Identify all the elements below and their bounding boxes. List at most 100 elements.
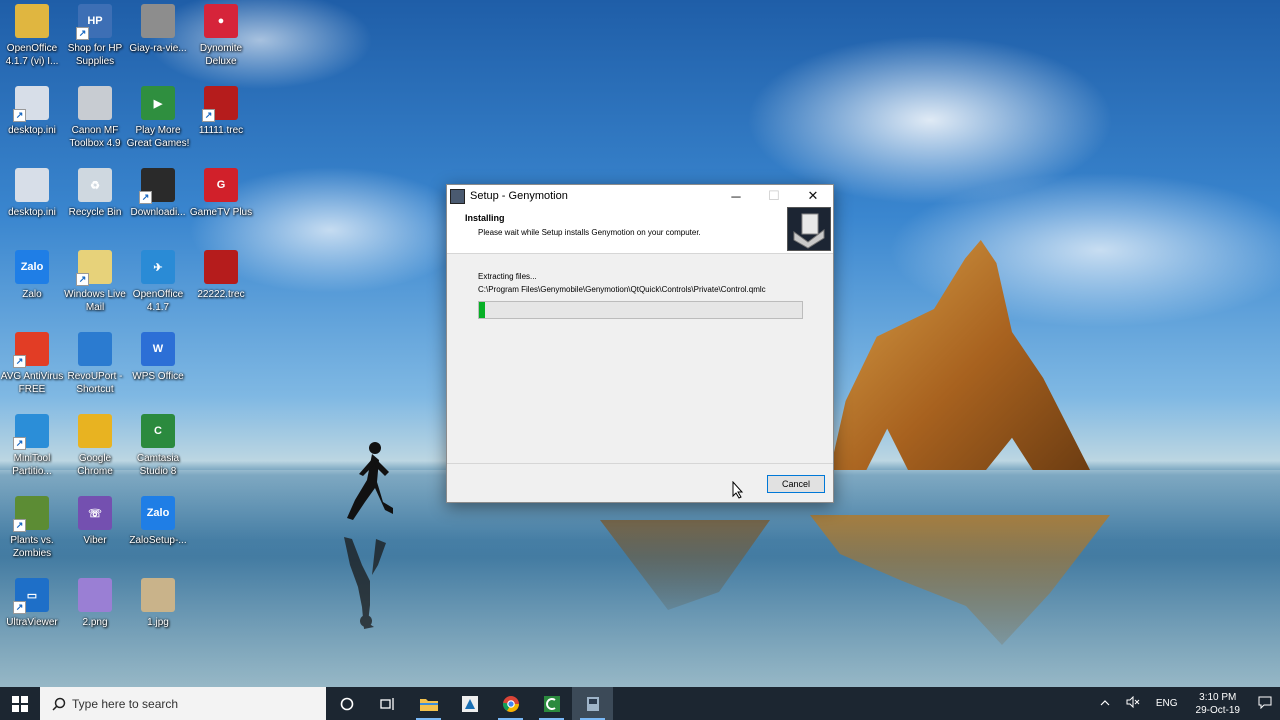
- language-indicator[interactable]: ENG: [1148, 698, 1186, 709]
- minimize-button[interactable]: ─: [717, 185, 755, 207]
- mouse-cursor-icon: [732, 481, 744, 499]
- current-file-path: C:\Program Files\Genymobile\Genymotion\Q…: [478, 285, 766, 294]
- desktop-icon[interactable]: 22222.trec: [189, 250, 253, 301]
- tray-overflow-chevron-icon[interactable]: [1092, 698, 1118, 709]
- desktop-icon[interactable]: MiniTool Partitio...: [0, 414, 64, 478]
- desktop-app-icon: [139, 168, 175, 204]
- desktop-app-icon: G: [204, 168, 238, 202]
- search-placeholder: Type here to search: [72, 696, 179, 711]
- desktop-icon[interactable]: Zalo Zalo: [0, 250, 64, 301]
- desktop-icon-label: desktop.ini: [8, 125, 56, 136]
- desktop-icon-label: Windows Live Mail: [64, 289, 126, 313]
- desktop-icon[interactable]: W WPS Office: [126, 332, 190, 383]
- desktop-app-icon: [76, 250, 112, 286]
- dialog-titlebar[interactable]: Setup - Genymotion ─ ☐ ✕: [447, 185, 833, 207]
- desktop-icon-label: 2.png: [82, 617, 108, 628]
- desktop-icon[interactable]: RevoUPort - Shortcut: [63, 332, 127, 396]
- taskbar-app-pinned[interactable]: [449, 687, 490, 720]
- cortana-button[interactable]: [326, 687, 367, 720]
- desktop-icon-label: 1.jpg: [147, 617, 169, 628]
- desktop-icon[interactable]: OpenOffice 4.1.7 (vi) I...: [0, 4, 64, 68]
- taskbar-file-explorer[interactable]: [408, 687, 449, 720]
- desktop-icon[interactable]: AVG AntiVirus FREE: [0, 332, 64, 396]
- desktop-icon[interactable]: ▶ Play More Great Games!: [126, 86, 190, 150]
- desktop-icon[interactable]: Zalo ZaloSetup-...: [126, 496, 190, 547]
- clock-time: 3:10 PM: [1199, 691, 1237, 703]
- desktop-icon[interactable]: Downloadi...: [126, 168, 190, 219]
- desktop-icon-label: Plants vs. Zombies: [10, 535, 54, 559]
- desktop-app-icon: ♻: [78, 168, 112, 202]
- desktop-icon-label: Camtasia Studio 8: [136, 453, 180, 477]
- desktop-icon-label: MiniTool Partitio...: [12, 453, 52, 477]
- desktop-icon[interactable]: desktop.ini: [0, 168, 64, 219]
- desktop-icon[interactable]: Google Chrome: [63, 414, 127, 478]
- speaker-muted-icon[interactable]: [1118, 695, 1148, 711]
- desktop-icon[interactable]: 1.jpg: [126, 578, 190, 629]
- desktop-app-icon: W: [141, 332, 175, 366]
- desktop-app-icon: [141, 4, 175, 38]
- desktop-icon-label: 22222.trec: [197, 289, 245, 300]
- desktop-app-icon: [15, 168, 49, 202]
- desktop-icon[interactable]: C Camtasia Studio 8: [126, 414, 190, 478]
- desktop-app-icon: C: [141, 414, 175, 448]
- taskbar: Type here to search ENG 3:10 PM 29-Oct-1…: [0, 687, 1280, 720]
- desktop-icon[interactable]: ✈ OpenOffice 4.1.7: [126, 250, 190, 314]
- desktop-icon[interactable]: ♻ Recycle Bin: [63, 168, 127, 219]
- taskbar-search-box[interactable]: Type here to search: [40, 687, 326, 720]
- setup-icon: [586, 696, 599, 711]
- pinned-app-icon: [461, 695, 478, 712]
- desktop-app-icon: [78, 86, 112, 120]
- desktop-icon[interactable]: Canon MF Toolbox 4.9: [63, 86, 127, 150]
- desktop-icon-label: RevoUPort - Shortcut: [67, 371, 123, 395]
- clock-date: 29-Oct-19: [1195, 704, 1240, 716]
- dialog-footer: Cancel: [447, 463, 833, 503]
- task-view-icon: [379, 697, 394, 710]
- desktop-icon-label: Canon MF Toolbox 4.9: [69, 125, 121, 149]
- taskbar-camtasia[interactable]: [531, 687, 572, 720]
- taskbar-setup[interactable]: [572, 687, 613, 720]
- desktop-app-icon: [13, 414, 49, 450]
- desktop-icon[interactable]: Windows Live Mail: [63, 250, 127, 314]
- setup-dialog: Setup - Genymotion ─ ☐ ✕ Installing Plea…: [446, 184, 834, 503]
- desktop-icon-label: OpenOffice 4.1.7: [132, 289, 184, 313]
- desktop-icon[interactable]: ▭ UltraViewer: [0, 578, 64, 629]
- cancel-button[interactable]: Cancel: [767, 475, 825, 493]
- setup-logo-icon: [787, 207, 831, 251]
- desktop-icon[interactable]: ☏ Viber: [63, 496, 127, 547]
- desktop-icon-label: Play More Great Games!: [126, 125, 190, 149]
- install-progress-bar: [478, 301, 803, 319]
- dialog-title: Setup - Genymotion: [470, 190, 568, 202]
- search-icon: [52, 697, 66, 711]
- desktop-icon[interactable]: Giay-ra-vie...: [126, 4, 190, 55]
- desktop-app-icon: [141, 578, 175, 612]
- windows-logo-icon: [12, 695, 28, 712]
- desktop-app-icon: [13, 86, 49, 122]
- desktop-icon[interactable]: G GameTV Plus: [189, 168, 253, 219]
- desktop-app-icon: ☏: [78, 496, 112, 530]
- start-button[interactable]: [0, 687, 40, 720]
- task-view-button[interactable]: [367, 687, 408, 720]
- desktop-app-icon: HP: [76, 4, 112, 40]
- desktop-icon-label: GameTV Plus: [189, 207, 253, 218]
- taskbar-chrome[interactable]: [490, 687, 531, 720]
- desktop-icon-label: 11111.trec: [198, 125, 244, 136]
- close-button[interactable]: ✕: [794, 185, 832, 207]
- desktop-icon[interactable]: HP Shop for HP Supplies: [63, 4, 127, 68]
- clock[interactable]: 3:10 PM 29-Oct-19: [1186, 691, 1250, 717]
- notifications-icon[interactable]: [1250, 696, 1280, 712]
- desktop-app-icon: [13, 332, 49, 368]
- maximize-button: ☐: [768, 188, 780, 203]
- desktop-icon[interactable]: desktop.ini: [0, 86, 64, 137]
- desktop-icon-label: Downloadi...: [130, 207, 186, 218]
- desktop-icon[interactable]: 11111.trec: [189, 86, 253, 137]
- desktop-app-icon: [13, 496, 49, 532]
- desktop-icon-label: Dynomite Deluxe: [199, 43, 243, 67]
- folder-icon: [419, 698, 438, 711]
- desktop-icon[interactable]: 2.png: [63, 578, 127, 629]
- dialog-header: Installing Please wait while Setup insta…: [447, 207, 833, 254]
- desktop-icon-label: Google Chrome: [77, 453, 113, 477]
- status-text: Extracting files...: [478, 272, 537, 281]
- desktop-icon[interactable]: Plants vs. Zombies: [0, 496, 64, 560]
- desktop-icon[interactable]: ● Dynomite Deluxe: [189, 4, 253, 68]
- desktop-app-icon: ✈: [141, 250, 175, 284]
